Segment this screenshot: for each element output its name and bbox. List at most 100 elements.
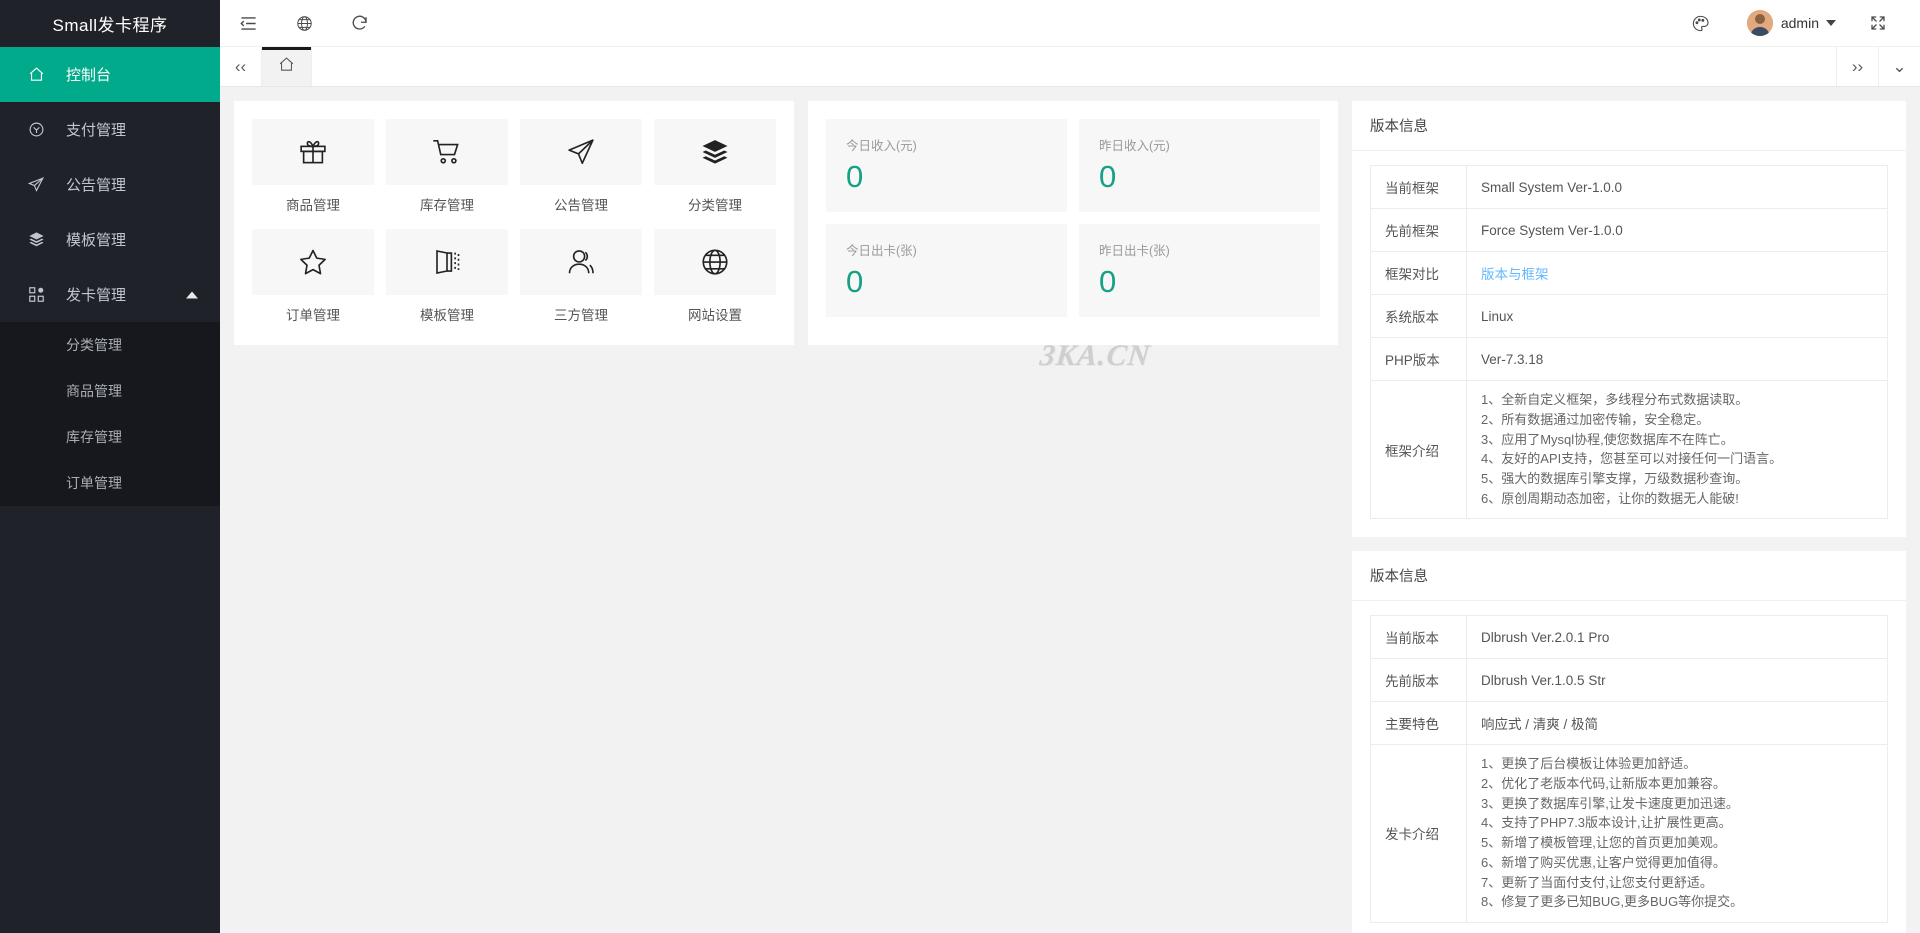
sidebar-item-announcement[interactable]: 公告管理	[0, 157, 220, 212]
sidebar-item-payment[interactable]: 支付管理	[0, 102, 220, 157]
sidebar-subitem-category[interactable]: 分类管理	[0, 322, 220, 368]
version-info-table: 当前版本 Dlbrush Ver.2.0.1 Pro 先前版本 Dlbrush …	[1370, 615, 1888, 923]
intro-line: 6、原创周期动态加密，让你的数据无人能破!	[1481, 491, 1873, 507]
menu-fold-icon[interactable]	[220, 0, 276, 47]
table-row: 先前框架 Force System Ver-1.0.0	[1371, 209, 1888, 252]
chevron-right-icon[interactable]: ››	[1836, 47, 1878, 86]
template-icon	[386, 229, 508, 295]
sidebar-subitem-label: 商品管理	[66, 381, 122, 401]
cart-icon	[386, 119, 508, 185]
shortcut-label: 网站设置	[654, 304, 776, 327]
tab-bar: ‹‹ ›› ⌄	[220, 47, 1920, 87]
main-area: admin ‹‹ ›› ⌄	[220, 0, 1920, 933]
intro-line: 2、所有数据通过加密传输，安全稳定。	[1481, 412, 1873, 428]
header-actions: admin	[1673, 0, 1920, 47]
framework-compare-link[interactable]: 版本与框架	[1481, 267, 1549, 282]
shortcut-label: 模板管理	[386, 304, 508, 327]
row-key: 发卡介绍	[1371, 745, 1467, 923]
sidebar-item-card[interactable]: 发卡管理	[0, 267, 220, 322]
sidebar-item-label: 控制台	[66, 64, 111, 85]
chevron-left-icon[interactable]: ‹‹	[220, 47, 262, 86]
row-value: Linux	[1467, 295, 1888, 338]
shortcut-site-settings[interactable]: 网站设置	[654, 229, 776, 327]
intro-line: 3、应用了Mysql协程,使您数据库不在阵亡。	[1481, 432, 1873, 448]
sidebar-item-label: 模板管理	[66, 229, 126, 250]
left-columns: 商品管理 库存管理	[234, 101, 1338, 345]
shortcut-label: 分类管理	[654, 194, 776, 217]
stat-value: 0	[846, 266, 1047, 297]
shortcut-order[interactable]: 订单管理	[252, 229, 374, 327]
row-value: Dlbrush Ver.1.0.5 Str	[1467, 659, 1888, 702]
table-row: 当前框架 Small System Ver-1.0.0	[1371, 166, 1888, 209]
shortcut-product[interactable]: 商品管理	[252, 119, 374, 217]
announcement-icon	[28, 176, 52, 193]
grid-icon	[28, 286, 52, 303]
user-icon	[520, 229, 642, 295]
stat-yesterday-cards: 昨日出卡(张) 0	[1079, 224, 1320, 317]
avatar	[1747, 10, 1773, 36]
chevron-down-icon[interactable]: ⌄	[1878, 47, 1920, 86]
sidebar-item-dashboard[interactable]: 控制台	[0, 47, 220, 102]
framework-info-panel: 版本信息 当前框架 Small System Ver-1.0.0 先前框架 Fo…	[1352, 101, 1906, 537]
user-name: admin	[1781, 15, 1819, 31]
row-key: 系统版本	[1371, 295, 1467, 338]
tab-home[interactable]	[262, 47, 312, 86]
intro-line: 5、强大的数据库引擎支撑，万级数据秒查询。	[1481, 471, 1873, 487]
intro-line: 5、新增了模板管理,让您的首页更加美观。	[1481, 835, 1873, 851]
sidebar-subitem-product[interactable]: 商品管理	[0, 368, 220, 414]
table-row: 先前版本 Dlbrush Ver.1.0.5 Str	[1371, 659, 1888, 702]
stat-label: 今日出卡(张)	[846, 240, 1047, 259]
panel-title: 版本信息	[1352, 551, 1906, 601]
refresh-icon[interactable]	[332, 0, 388, 47]
payment-icon	[28, 121, 52, 138]
row-key: 先前框架	[1371, 209, 1467, 252]
row-key: PHP版本	[1371, 338, 1467, 381]
panel-body: 当前框架 Small System Ver-1.0.0 先前框架 Force S…	[1352, 151, 1906, 537]
shortcut-label: 公告管理	[520, 194, 642, 217]
fullscreen-icon[interactable]	[1850, 0, 1906, 47]
sidebar-subitem-label: 库存管理	[66, 427, 122, 447]
row-key: 当前版本	[1371, 616, 1467, 659]
version-intro-list: 1、更换了后台模板让体验更加舒适。 2、优化了老版本代码,让新版本更加兼容。 3…	[1481, 756, 1873, 911]
shortcut-label: 订单管理	[252, 304, 374, 327]
home-icon	[278, 56, 295, 78]
table-row: 当前版本 Dlbrush Ver.2.0.1 Pro	[1371, 616, 1888, 659]
shortcut-label: 库存管理	[386, 194, 508, 217]
row-value-list: 1、全新自定义框架，多线程分布式数据读取。 2、所有数据通过加密传输，安全稳定。…	[1467, 381, 1888, 519]
chevron-up-icon	[186, 291, 198, 298]
row-value: Dlbrush Ver.2.0.1 Pro	[1467, 616, 1888, 659]
sidebar-subitem-order[interactable]: 订单管理	[0, 460, 220, 506]
tab-spacer	[312, 47, 1836, 86]
shortcut-template[interactable]: 模板管理	[386, 229, 508, 327]
sidebar-item-label: 支付管理	[66, 119, 126, 140]
sidebar-subitem-stock[interactable]: 库存管理	[0, 414, 220, 460]
sidebar-item-template[interactable]: 模板管理	[0, 212, 220, 267]
globe-icon[interactable]	[276, 0, 332, 47]
user-menu[interactable]: admin	[1733, 10, 1846, 36]
shortcut-announcement[interactable]: 公告管理	[520, 119, 642, 217]
row-key: 当前框架	[1371, 166, 1467, 209]
shortcut-label: 三方管理	[520, 304, 642, 327]
table-row: 系统版本 Linux	[1371, 295, 1888, 338]
shortcuts-card: 商品管理 库存管理	[234, 101, 794, 345]
stat-label: 昨日收入(元)	[1099, 135, 1300, 154]
star-icon	[252, 229, 374, 295]
stat-today-income: 今日收入(元) 0	[826, 119, 1067, 212]
paper-plane-icon	[520, 119, 642, 185]
panel-body: 当前版本 Dlbrush Ver.2.0.1 Pro 先前版本 Dlbrush …	[1352, 601, 1906, 933]
app-logo: Small发卡程序	[0, 0, 220, 47]
shortcut-stock[interactable]: 库存管理	[386, 119, 508, 217]
stat-yesterday-income: 昨日收入(元) 0	[1079, 119, 1320, 212]
layers-icon	[654, 119, 776, 185]
shortcut-third-party[interactable]: 三方管理	[520, 229, 642, 327]
shortcut-grid: 商品管理 库存管理	[252, 119, 776, 327]
palette-icon[interactable]	[1673, 0, 1729, 47]
table-row: 主要特色 响应式 / 清爽 / 极简	[1371, 702, 1888, 745]
right-columns: 版本信息 当前框架 Small System Ver-1.0.0 先前框架 Fo…	[1352, 101, 1906, 933]
intro-line: 4、支持了PHP7.3版本设计,让扩展性更高。	[1481, 815, 1873, 831]
intro-line: 6、新增了购买优惠,让客户觉得更加值得。	[1481, 855, 1873, 871]
stat-today-cards: 今日出卡(张) 0	[826, 224, 1067, 317]
stat-value: 0	[1099, 266, 1300, 297]
shortcut-category[interactable]: 分类管理	[654, 119, 776, 217]
content-area: 商品管理 库存管理	[220, 87, 1920, 933]
